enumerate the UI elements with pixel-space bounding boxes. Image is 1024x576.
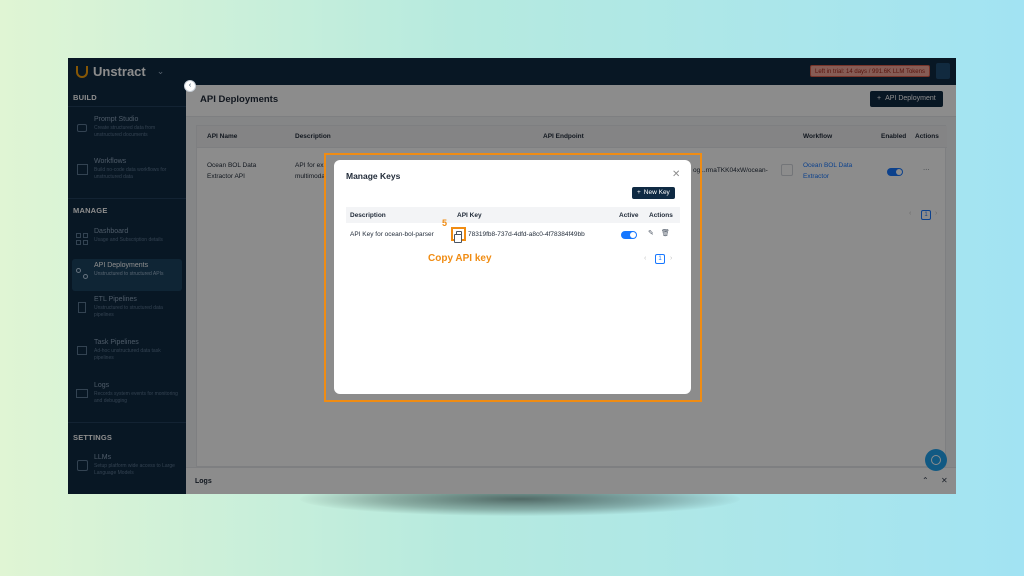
copy-api-key-button[interactable] bbox=[451, 227, 466, 243]
edit-icon[interactable]: ✎ bbox=[648, 229, 654, 237]
tutorial-step-label: Copy API key bbox=[428, 253, 492, 264]
next-page-icon[interactable]: › bbox=[670, 255, 672, 262]
column-header-api-key: API Key bbox=[457, 212, 482, 219]
keys-table-header: Description API Key Active Actions bbox=[346, 207, 680, 223]
delete-icon[interactable]: 🗑 bbox=[661, 229, 670, 237]
plus-icon: + bbox=[637, 189, 641, 196]
column-header-description: Description bbox=[350, 212, 386, 219]
manage-keys-modal: Manage Keys ✕ + New Key Description API … bbox=[334, 160, 691, 394]
api-key-value: 78319fb8-737d-4dfd-a8c0-4f78384f49bb bbox=[468, 231, 585, 238]
copy-icon bbox=[454, 231, 462, 243]
active-toggle[interactable] bbox=[621, 231, 637, 239]
keys-page-number[interactable]: 1 bbox=[655, 254, 665, 264]
tutorial-step-number: 5 bbox=[442, 218, 448, 228]
column-header-actions: Actions bbox=[649, 212, 673, 219]
new-key-button[interactable]: + New Key bbox=[632, 187, 675, 199]
sidebar-collapse-button[interactable]: ‹ bbox=[184, 80, 196, 92]
close-icon[interactable]: ✕ bbox=[672, 169, 680, 180]
modal-title: Manage Keys bbox=[346, 171, 401, 181]
key-description: API Key for ocean-bol-parser bbox=[350, 231, 434, 238]
prev-page-icon[interactable]: ‹ bbox=[644, 255, 646, 262]
column-header-active: Active bbox=[619, 212, 639, 219]
new-key-label: New Key bbox=[643, 189, 670, 196]
